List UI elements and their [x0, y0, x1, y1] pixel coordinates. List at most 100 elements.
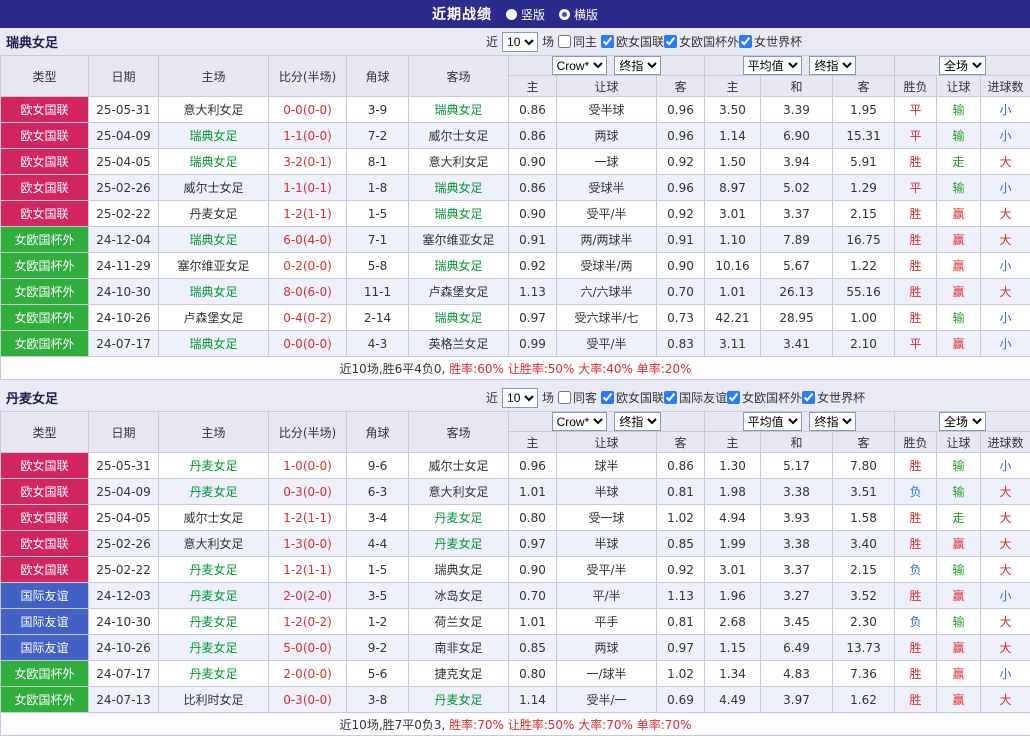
- summary-record: 近10场,胜6平4负0,: [340, 362, 450, 376]
- sub-col-header: 客: [657, 432, 705, 453]
- match-date: 25-02-26: [89, 531, 159, 557]
- avg-away: 3.52: [833, 583, 895, 609]
- layout-radio-vertical[interactable]: 竖版: [506, 6, 545, 23]
- odds-away: 0.86: [657, 453, 705, 479]
- average-odds-type-select[interactable]: 终指: [809, 56, 856, 75]
- league-filter-checkbox[interactable]: [601, 35, 614, 48]
- recent-count-select[interactable]: 10: [502, 32, 538, 52]
- recent-label: 近: [486, 389, 498, 406]
- away-team: 瑞典女足: [409, 305, 509, 331]
- league-filter-checkbox[interactable]: [739, 35, 752, 48]
- match-row: 女欧国杯外24-07-13比利时女足0-3(0-0)3-8丹麦女足1.14受半/…: [1, 687, 1030, 713]
- league-filter-label: 国际友谊: [679, 389, 727, 406]
- col-header: 主场: [159, 56, 269, 97]
- result-goals: 小: [981, 97, 1030, 123]
- avg-home: 1.96: [705, 583, 761, 609]
- odds-home: 0.90: [509, 149, 557, 175]
- handicap-line: 半球: [557, 479, 657, 505]
- match-date: 24-12-03: [89, 583, 159, 609]
- result-handicap: 输: [937, 305, 981, 331]
- sub-col-header: 客: [833, 432, 895, 453]
- match-date: 25-04-09: [89, 123, 159, 149]
- result-goals: 小: [981, 661, 1030, 687]
- sub-col-header: 进球数: [981, 432, 1030, 453]
- home-team: 意大利女足: [159, 97, 269, 123]
- layout-radio-horizontal[interactable]: 横版: [559, 6, 598, 23]
- average-select[interactable]: 平均值: [743, 56, 802, 75]
- away-team: 丹麦女足: [409, 531, 509, 557]
- avg-away: 2.15: [833, 201, 895, 227]
- avg-home: 10.16: [705, 253, 761, 279]
- league-filter[interactable]: 女世界杯: [739, 33, 802, 50]
- league-filter-checkbox[interactable]: [727, 391, 740, 404]
- match-date: 24-07-17: [89, 661, 159, 687]
- league-filter-checkbox[interactable]: [664, 391, 677, 404]
- home-team: 丹麦女足: [159, 609, 269, 635]
- recent-count-select[interactable]: 10: [502, 388, 538, 408]
- same-side-filter[interactable]: 同主: [558, 33, 597, 50]
- handicap-line: 受平/半: [557, 201, 657, 227]
- score: 1-2(1-1): [269, 557, 347, 583]
- avg-draw: 3.94: [761, 149, 833, 175]
- match-date: 25-04-05: [89, 505, 159, 531]
- avg-draw: 4.83: [761, 661, 833, 687]
- result-handicap: 赢: [937, 583, 981, 609]
- scope-select[interactable]: 全场: [939, 412, 986, 431]
- league-badge: 国际友谊: [1, 583, 89, 609]
- match-row: 欧女国联25-02-26威尔士女足1-1(0-1)1-8瑞典女足0.86受球半0…: [1, 175, 1030, 201]
- home-team: 卢森堡女足: [159, 305, 269, 331]
- corners: 4-4: [347, 531, 409, 557]
- league-badge: 欧女国联: [1, 97, 89, 123]
- league-badge: 欧女国联: [1, 479, 89, 505]
- odds-away: 0.96: [657, 123, 705, 149]
- average-select[interactable]: 平均值: [743, 412, 802, 431]
- home-team: 丹麦女足: [159, 479, 269, 505]
- league-filter[interactable]: 国际友谊: [664, 389, 727, 406]
- radio-unselected-icon: [506, 9, 517, 20]
- result-outcome: 平: [895, 123, 937, 149]
- result-goals: 小: [981, 123, 1030, 149]
- match-date: 24-07-17: [89, 331, 159, 357]
- bookmaker-odds-type-select[interactable]: 终指: [614, 56, 661, 75]
- match-date: 25-02-22: [89, 201, 159, 227]
- corners: 9-2: [347, 635, 409, 661]
- league-filter-checkbox[interactable]: [664, 35, 677, 48]
- bookmaker-select[interactable]: Crow*: [552, 56, 607, 75]
- league-badge: 欧女国联: [1, 531, 89, 557]
- filter-controls: 近 10 场 同主 欧女国联女欧国杯外女世界杯: [486, 32, 802, 52]
- odds-away: 0.92: [657, 149, 705, 175]
- odds-away: 0.92: [657, 201, 705, 227]
- result-outcome: 胜: [895, 227, 937, 253]
- league-filter-checkbox[interactable]: [601, 391, 614, 404]
- avg-away: 1.00: [833, 305, 895, 331]
- result-goals: 大: [981, 227, 1030, 253]
- corners: 7-1: [347, 227, 409, 253]
- away-team: 瑞典女足: [409, 201, 509, 227]
- bookmaker-odds-type-select[interactable]: 终指: [614, 412, 661, 431]
- result-handicap: 赢: [937, 331, 981, 357]
- same-side-checkbox[interactable]: [558, 391, 571, 404]
- result-handicap: 赢: [937, 661, 981, 687]
- same-side-filter[interactable]: 同客: [558, 389, 597, 406]
- league-filter-checkbox[interactable]: [802, 391, 815, 404]
- result-goals: 大: [981, 531, 1030, 557]
- same-side-checkbox[interactable]: [558, 35, 571, 48]
- result-outcome: 胜: [895, 583, 937, 609]
- league-filter[interactable]: 女欧国杯外: [727, 389, 802, 406]
- scope-header: 全场: [895, 56, 1030, 76]
- league-filter[interactable]: 欧女国联: [601, 389, 664, 406]
- result-goals: 大: [981, 149, 1030, 175]
- league-filter[interactable]: 欧女国联: [601, 33, 664, 50]
- score: 0-3(0-0): [269, 687, 347, 713]
- avg-away: 55.16: [833, 279, 895, 305]
- corners: 3-5: [347, 583, 409, 609]
- sub-col-header: 让球: [557, 76, 657, 97]
- bookmaker-select[interactable]: Crow*: [552, 412, 607, 431]
- league-filter[interactable]: 女世界杯: [802, 389, 865, 406]
- result-outcome: 胜: [895, 635, 937, 661]
- result-outcome: 胜: [895, 505, 937, 531]
- league-badge: 女欧国杯外: [1, 661, 89, 687]
- league-filter[interactable]: 女欧国杯外: [664, 33, 739, 50]
- average-odds-type-select[interactable]: 终指: [809, 412, 856, 431]
- scope-select[interactable]: 全场: [939, 56, 986, 75]
